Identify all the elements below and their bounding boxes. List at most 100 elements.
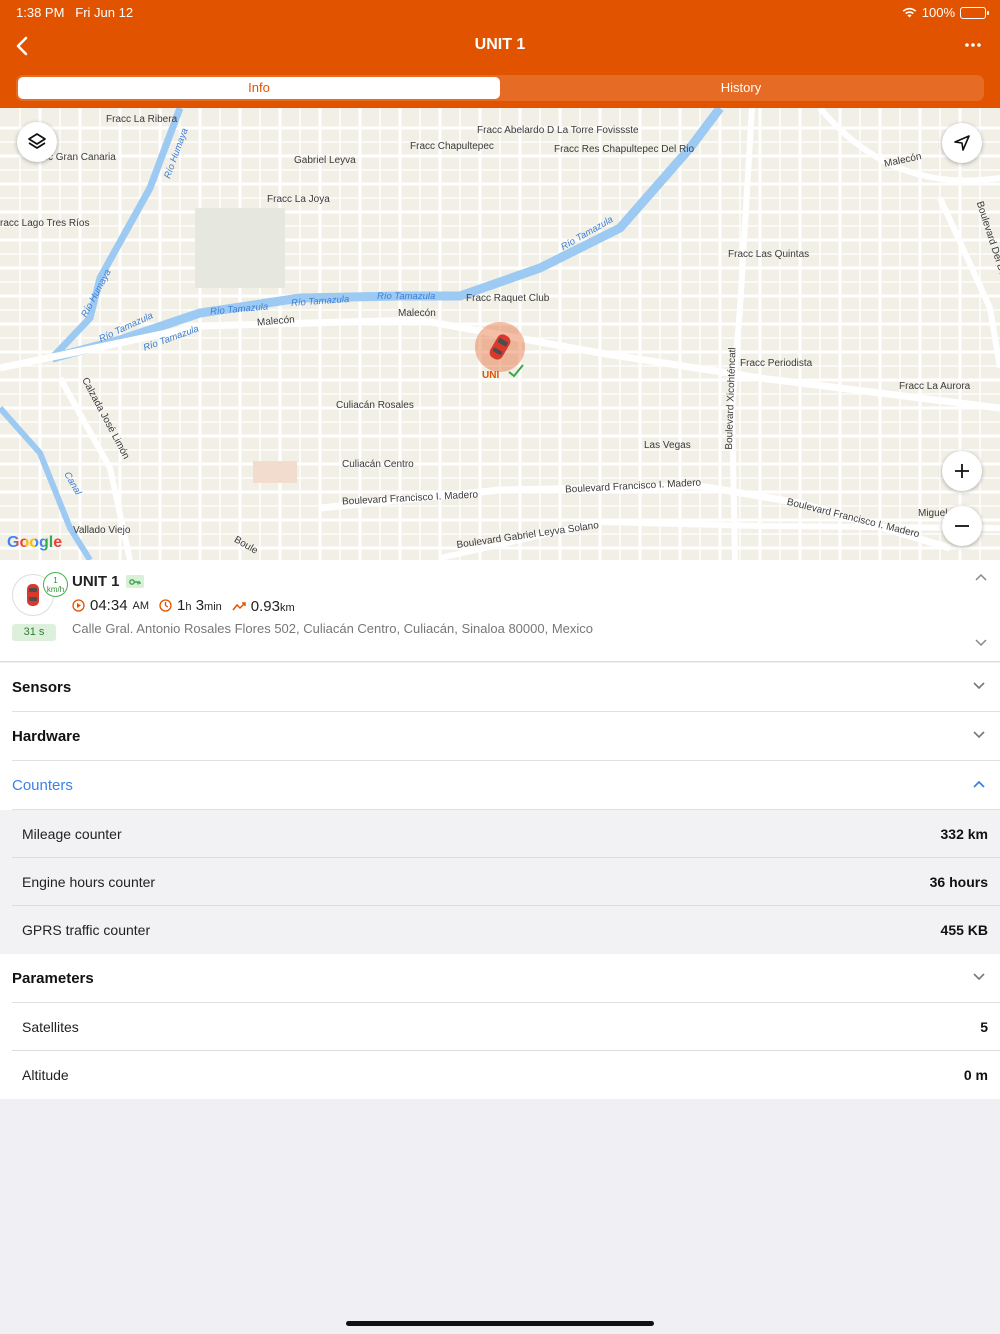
- tab-info[interactable]: Info: [18, 77, 500, 99]
- river-label: Río Tamazula: [377, 291, 436, 302]
- distance-stat: 0.93km: [232, 598, 295, 615]
- chevron-up-icon[interactable]: [974, 572, 988, 582]
- status-time-text: 1:38 PM: [16, 5, 65, 20]
- map-label: Fracc La Ribera: [106, 114, 178, 125]
- map-label: Culiacán Rosales: [336, 400, 414, 411]
- chevron-up-icon: [973, 780, 985, 788]
- speed-badge: 1 km/h: [43, 572, 68, 597]
- page-title: UNIT 1: [474, 36, 526, 53]
- chevron-down-icon: [973, 973, 985, 981]
- wifi-icon: [902, 7, 917, 18]
- map-view[interactable]: Fracc La Ribera cc Gran Canaria Fracc Ab…: [0, 108, 1000, 560]
- section-sensors[interactable]: Sensors: [0, 663, 1000, 712]
- back-button[interactable]: [8, 32, 36, 60]
- duration-minutes-unit: min: [204, 601, 222, 613]
- parameter-row-altitude: Altitude 0 m: [0, 1051, 1000, 1099]
- unit-details-list: Sensors Hardware Counters Mileage counte…: [0, 663, 1000, 1099]
- last-time-value: 04:34: [90, 597, 128, 614]
- unit-summary-panel: 1 km/h 31 s UNIT 1 04:34 AM 1h 3min 0.93k…: [0, 560, 1000, 662]
- status-bar: 1:38 PM Fri Jun 12 100%: [0, 0, 1000, 24]
- section-title: Parameters: [12, 970, 94, 987]
- car-icon: [489, 334, 511, 360]
- ignition-key-icon: [125, 575, 144, 588]
- navigation-arrow-icon: [954, 135, 970, 151]
- map-label: Fracc Las Quintas: [728, 249, 810, 260]
- row-value: 0 m: [963, 1067, 988, 1083]
- row-value: 332 km: [940, 826, 988, 842]
- row-value: 36 hours: [929, 874, 988, 890]
- counter-row-mileage: Mileage counter 332 km: [0, 810, 1000, 858]
- google-logo: Google: [7, 534, 62, 552]
- info-history-segmented-control: Info History: [16, 75, 984, 101]
- map-label: Malecón: [398, 308, 436, 319]
- nav-header: 1:38 PM Fri Jun 12 100% UNIT 1 Info Hist…: [0, 0, 1000, 108]
- layers-icon: [28, 133, 46, 149]
- unit-marker-label: UNI: [482, 370, 500, 381]
- row-label: Engine hours counter: [22, 874, 156, 890]
- chevron-down-icon[interactable]: [974, 638, 988, 648]
- my-location-button[interactable]: [942, 123, 982, 163]
- chevron-down-icon: [973, 682, 985, 690]
- more-options-button[interactable]: [960, 34, 986, 56]
- map-label: Las Vegas: [644, 440, 691, 451]
- battery-icon: [960, 6, 989, 19]
- last-time-suffix: AM: [132, 599, 150, 612]
- map-label: Fracc La Joya: [267, 194, 330, 205]
- status-date-text: Fri Jun 12: [75, 5, 134, 20]
- minus-icon: [955, 525, 969, 527]
- map-label: Culiacán Centro: [342, 459, 414, 470]
- map-layers-button[interactable]: [17, 122, 57, 162]
- row-label: Mileage counter: [22, 826, 122, 842]
- distance-value: 0.93: [250, 598, 280, 615]
- zoom-out-button[interactable]: [942, 506, 982, 546]
- duration-hours-unit: h: [185, 601, 192, 613]
- map-label: Fracc Abelardo D La Torre Fovissste: [477, 125, 639, 136]
- section-parameters[interactable]: Parameters: [0, 954, 1000, 1003]
- section-title: Hardware: [12, 728, 81, 745]
- map-label: Fracc Res Chapultepec Del Rio: [554, 144, 695, 155]
- more-horizontal-icon: [965, 43, 981, 47]
- chevron-left-icon: [16, 36, 28, 56]
- unit-address: Calle Gral. Antonio Rosales Flores 502, …: [72, 621, 594, 636]
- parameter-row-satellites: Satellites 5: [0, 1003, 1000, 1051]
- section-counters[interactable]: Counters: [0, 761, 1000, 810]
- last-time-stat: 04:34 AM: [72, 597, 149, 614]
- row-label: Altitude: [22, 1067, 69, 1083]
- check-icon: [508, 364, 524, 378]
- map-label: Vallado Viejo: [73, 525, 131, 536]
- trend-icon: [232, 602, 246, 611]
- car-icon: [27, 584, 39, 606]
- home-indicator[interactable]: [346, 1321, 654, 1326]
- plus-icon: [955, 464, 969, 478]
- chevron-down-icon: [973, 731, 985, 739]
- map-label: cc Gran Canaria: [43, 152, 116, 163]
- duration-stat: 1h 3min: [159, 597, 222, 614]
- status-right: 100%: [902, 5, 989, 20]
- row-label: Satellites: [22, 1019, 79, 1035]
- row-value: 455 KB: [940, 922, 988, 938]
- speed-value: 1: [53, 576, 58, 585]
- status-time: 1:38 PM Fri Jun 12: [16, 5, 133, 20]
- map-label: Fracc Chapultepec: [410, 141, 494, 152]
- google-logo-text: Google: [7, 534, 63, 551]
- clock-icon: [159, 599, 172, 612]
- play-circle-icon: [72, 599, 85, 612]
- zoom-in-button[interactable]: [942, 451, 982, 491]
- map-label: racc Lago Tres Ríos: [0, 218, 90, 229]
- unit-name-text: UNIT 1: [72, 573, 120, 590]
- section-title: Sensors: [12, 679, 72, 696]
- unit-stats: 04:34 AM 1h 3min 0.93km: [72, 597, 295, 615]
- map-label: Fracc Raquet Club: [466, 293, 550, 304]
- duration-minutes: 3: [195, 597, 205, 614]
- map-label: Fracc La Aurora: [899, 381, 971, 392]
- last-message-age-badge: 31 s: [12, 624, 56, 641]
- section-hardware[interactable]: Hardware: [0, 712, 1000, 761]
- counter-row-gprs-traffic: GPRS traffic counter 455 KB: [0, 906, 1000, 954]
- distance-unit: km: [279, 602, 295, 614]
- row-label: GPRS traffic counter: [22, 922, 151, 938]
- tab-history[interactable]: History: [500, 77, 982, 99]
- map-label: Fracc Periodista: [740, 358, 813, 369]
- battery-percent: 100%: [921, 5, 955, 20]
- unit-name: UNIT 1: [72, 573, 144, 590]
- speed-unit: km/h: [46, 585, 65, 594]
